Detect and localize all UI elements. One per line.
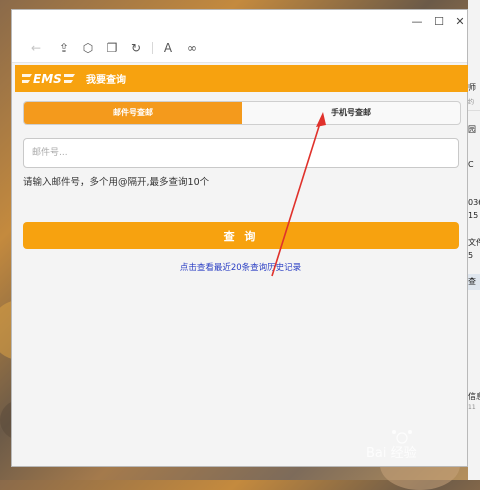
watermark-text: Bai 经验 (366, 445, 417, 461)
annotation-arrow (271, 112, 326, 277)
baidu-watermark: Bai 经验 (366, 430, 417, 461)
